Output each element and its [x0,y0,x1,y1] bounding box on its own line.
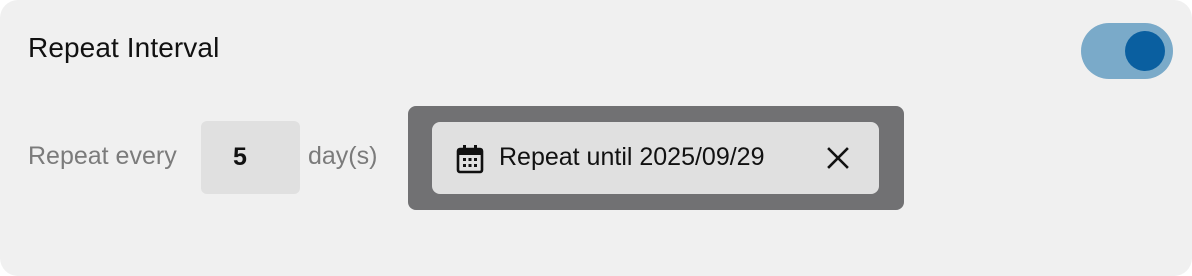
close-icon[interactable] [826,146,850,170]
toggle-knob [1125,31,1165,71]
interval-unit-label: day(s) [308,142,378,170]
repeat-interval-card: Repeat Interval Repeat every day(s) Repe… [0,0,1192,276]
repeat-until-chip[interactable]: Repeat until 2025/09/29 [432,122,879,194]
interval-number-input[interactable] [201,121,300,194]
section-title: Repeat Interval [28,32,220,63]
repeat-until-label: Repeat until 2025/09/29 [499,143,765,171]
repeat-interval-toggle[interactable] [1081,23,1173,79]
calendar-icon [456,145,484,174]
repeat-every-label: Repeat every [28,142,177,170]
